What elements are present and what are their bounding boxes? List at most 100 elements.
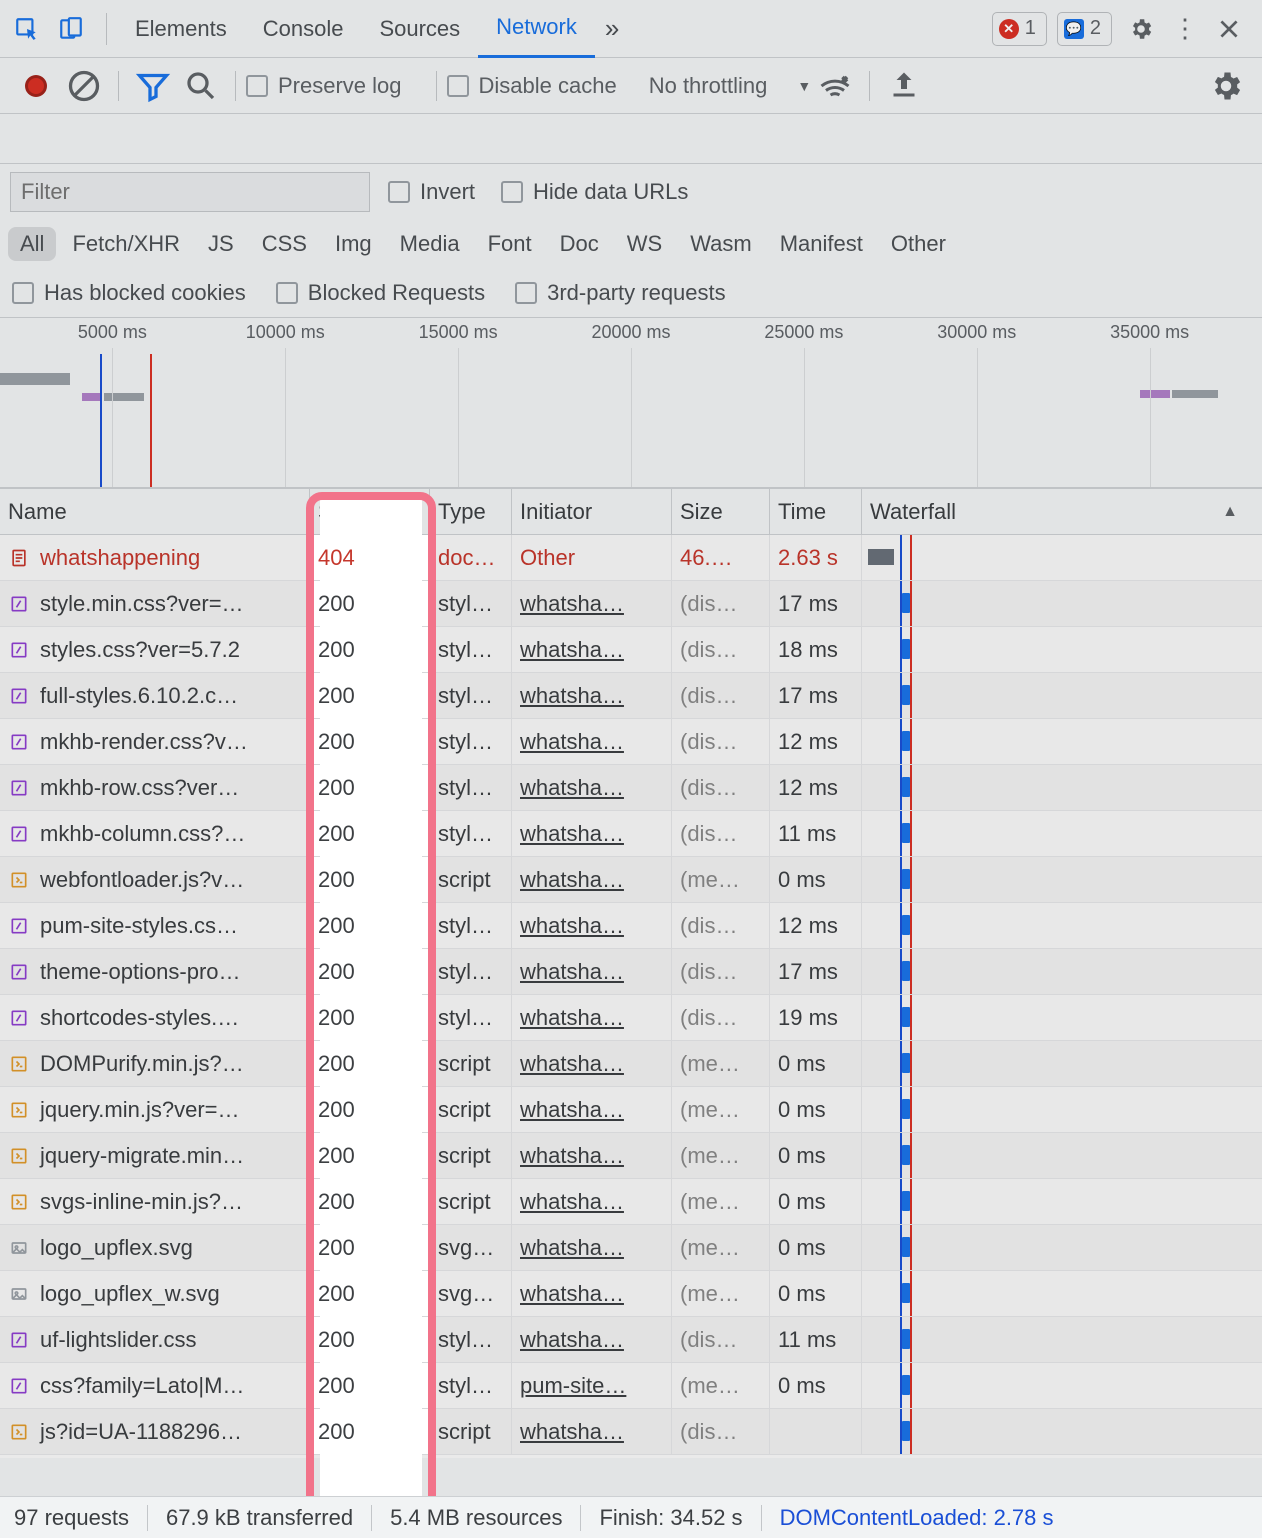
- filter-type-ws[interactable]: WS: [615, 227, 674, 261]
- request-initiator[interactable]: whatsha…: [512, 765, 672, 810]
- info-badge[interactable]: 💬 2: [1057, 12, 1112, 46]
- filter-icon[interactable]: [135, 68, 171, 104]
- settings-icon[interactable]: [1122, 10, 1160, 48]
- request-initiator[interactable]: whatsha…: [512, 811, 672, 856]
- device-toggle-icon[interactable]: [52, 10, 90, 48]
- request-initiator[interactable]: whatsha…: [512, 903, 672, 948]
- filter-type-manifest[interactable]: Manifest: [768, 227, 875, 261]
- tab-network[interactable]: Network: [478, 0, 595, 58]
- request-initiator[interactable]: whatsha…: [512, 857, 672, 902]
- request-name: full-styles.6.10.2.c…: [40, 683, 238, 709]
- clear-icon[interactable]: [66, 68, 102, 104]
- request-initiator[interactable]: whatsha…: [512, 1409, 672, 1454]
- request-initiator[interactable]: pum-site…: [512, 1363, 672, 1408]
- kebab-menu-icon[interactable]: ⋮: [1166, 10, 1204, 48]
- third-party-checkbox[interactable]: 3rd-party requests: [515, 280, 726, 306]
- request-name: styles.css?ver=5.7.2: [40, 637, 240, 663]
- request-initiator[interactable]: whatsha…: [512, 1133, 672, 1178]
- table-row[interactable]: styles.css?ver=5.7.2200styl…whatsha…(dis…: [0, 627, 1262, 673]
- table-row[interactable]: logo_upflex.svg200svg…whatsha…(me…0 ms: [0, 1225, 1262, 1271]
- filter-type-css[interactable]: CSS: [250, 227, 319, 261]
- request-initiator[interactable]: whatsha…: [512, 1225, 672, 1270]
- filter-type-wasm[interactable]: Wasm: [678, 227, 764, 261]
- table-row[interactable]: css?family=Lato|M…200styl…pum-site…(me…0…: [0, 1363, 1262, 1409]
- col-waterfall[interactable]: Waterfall ▲: [862, 489, 1262, 534]
- table-row[interactable]: whatshappening404doc…Other46.…2.63 s: [0, 535, 1262, 581]
- table-row[interactable]: theme-options-pro…200styl…whatsha…(dis…1…: [0, 949, 1262, 995]
- col-initiator[interactable]: Initiator: [512, 489, 672, 534]
- col-size[interactable]: Size: [672, 489, 770, 534]
- table-row[interactable]: mkhb-render.css?v…200styl…whatsha…(dis…1…: [0, 719, 1262, 765]
- filter-type-js[interactable]: JS: [196, 227, 246, 261]
- request-initiator[interactable]: whatsha…: [512, 581, 672, 626]
- table-row[interactable]: mkhb-row.css?ver…200styl…whatsha…(dis…12…: [0, 765, 1262, 811]
- table-row[interactable]: jquery.min.js?ver=…200scriptwhatsha…(me……: [0, 1087, 1262, 1133]
- invert-checkbox[interactable]: Invert: [388, 179, 475, 205]
- col-time[interactable]: Time: [770, 489, 862, 534]
- import-har-icon[interactable]: [886, 68, 922, 104]
- disable-cache-checkbox[interactable]: Disable cache: [447, 73, 617, 99]
- throttling-select[interactable]: No throttling ▼: [649, 73, 811, 99]
- table-row[interactable]: svgs-inline-min.js?…200scriptwhatsha…(me…: [0, 1179, 1262, 1225]
- error-badge[interactable]: ✕ 1: [992, 12, 1047, 46]
- request-initiator[interactable]: whatsha…: [512, 1271, 672, 1316]
- table-row[interactable]: logo_upflex_w.svg200svg…whatsha…(me…0 ms: [0, 1271, 1262, 1317]
- request-name: style.min.css?ver=…: [40, 591, 244, 617]
- filter-type-other[interactable]: Other: [879, 227, 958, 261]
- tab-sources[interactable]: Sources: [361, 0, 478, 58]
- request-initiator[interactable]: whatsha…: [512, 1179, 672, 1224]
- img-file-icon: [8, 1283, 30, 1305]
- network-conditions-icon[interactable]: [817, 68, 853, 104]
- tab-elements[interactable]: Elements: [117, 0, 245, 58]
- request-initiator[interactable]: whatsha…: [512, 1087, 672, 1132]
- table-row[interactable]: webfontloader.js?v…200scriptwhatsha…(me……: [0, 857, 1262, 903]
- table-row[interactable]: pum-site-styles.cs…200styl…whatsha…(dis……: [0, 903, 1262, 949]
- request-type: script: [430, 1133, 512, 1178]
- table-row[interactable]: jquery-migrate.min…200scriptwhatsha…(me……: [0, 1133, 1262, 1179]
- timeline-overview[interactable]: 5000 ms10000 ms15000 ms20000 ms25000 ms3…: [0, 318, 1262, 488]
- blocked-requests-label: Blocked Requests: [308, 280, 485, 306]
- inspect-element-icon[interactable]: [8, 10, 46, 48]
- request-initiator[interactable]: whatsha…: [512, 995, 672, 1040]
- table-row[interactable]: full-styles.6.10.2.c…200styl…whatsha…(di…: [0, 673, 1262, 719]
- request-initiator[interactable]: whatsha…: [512, 673, 672, 718]
- filter-type-img[interactable]: Img: [323, 227, 384, 261]
- devtools-tabbar: ElementsConsoleSourcesNetwork » ✕ 1 💬 2 …: [0, 0, 1262, 58]
- table-row[interactable]: style.min.css?ver=…200styl…whatsha…(dis……: [0, 581, 1262, 627]
- request-initiator[interactable]: whatsha…: [512, 719, 672, 764]
- blocked-requests-checkbox[interactable]: Blocked Requests: [276, 280, 485, 306]
- table-row[interactable]: mkhb-column.css?…200styl…whatsha…(dis…11…: [0, 811, 1262, 857]
- filter-type-all[interactable]: All: [8, 227, 56, 261]
- filter-type-media[interactable]: Media: [388, 227, 472, 261]
- table-row[interactable]: js?id=UA-1188296…200scriptwhatsha…(dis…: [0, 1409, 1262, 1455]
- preserve-log-checkbox[interactable]: Preserve log: [246, 73, 402, 99]
- request-initiator[interactable]: whatsha…: [512, 1041, 672, 1086]
- close-icon[interactable]: [1210, 10, 1248, 48]
- col-status[interactable]: Status: [310, 489, 430, 534]
- filter-input[interactable]: [10, 172, 370, 212]
- col-type[interactable]: Type: [430, 489, 512, 534]
- request-time: 11 ms: [770, 1317, 862, 1362]
- has-blocked-cookies-checkbox[interactable]: Has blocked cookies: [12, 280, 246, 306]
- tab-console[interactable]: Console: [245, 0, 362, 58]
- table-row[interactable]: uf-lightslider.css200styl…whatsha…(dis…1…: [0, 1317, 1262, 1363]
- request-initiator[interactable]: whatsha…: [512, 1317, 672, 1362]
- timeline-tick: 15000 ms: [419, 322, 498, 343]
- request-size: (dis…: [672, 673, 770, 718]
- request-initiator[interactable]: whatsha…: [512, 949, 672, 994]
- request-initiator[interactable]: whatsha…: [512, 627, 672, 672]
- request-size: (me…: [672, 1271, 770, 1316]
- request-status: 200: [310, 1271, 430, 1316]
- request-time: 11 ms: [770, 811, 862, 856]
- col-name[interactable]: Name: [0, 489, 310, 534]
- search-icon[interactable]: [183, 68, 219, 104]
- filter-type-fetchxhr[interactable]: Fetch/XHR: [60, 227, 192, 261]
- filter-type-doc[interactable]: Doc: [548, 227, 611, 261]
- hide-data-urls-checkbox[interactable]: Hide data URLs: [501, 179, 688, 205]
- filter-type-font[interactable]: Font: [476, 227, 544, 261]
- table-row[interactable]: shortcodes-styles.…200styl…whatsha…(dis……: [0, 995, 1262, 1041]
- record-button[interactable]: [18, 68, 54, 104]
- tabs-overflow-icon[interactable]: »: [595, 13, 629, 44]
- network-settings-icon[interactable]: [1208, 68, 1244, 104]
- table-row[interactable]: DOMPurify.min.js?…200scriptwhatsha…(me…0…: [0, 1041, 1262, 1087]
